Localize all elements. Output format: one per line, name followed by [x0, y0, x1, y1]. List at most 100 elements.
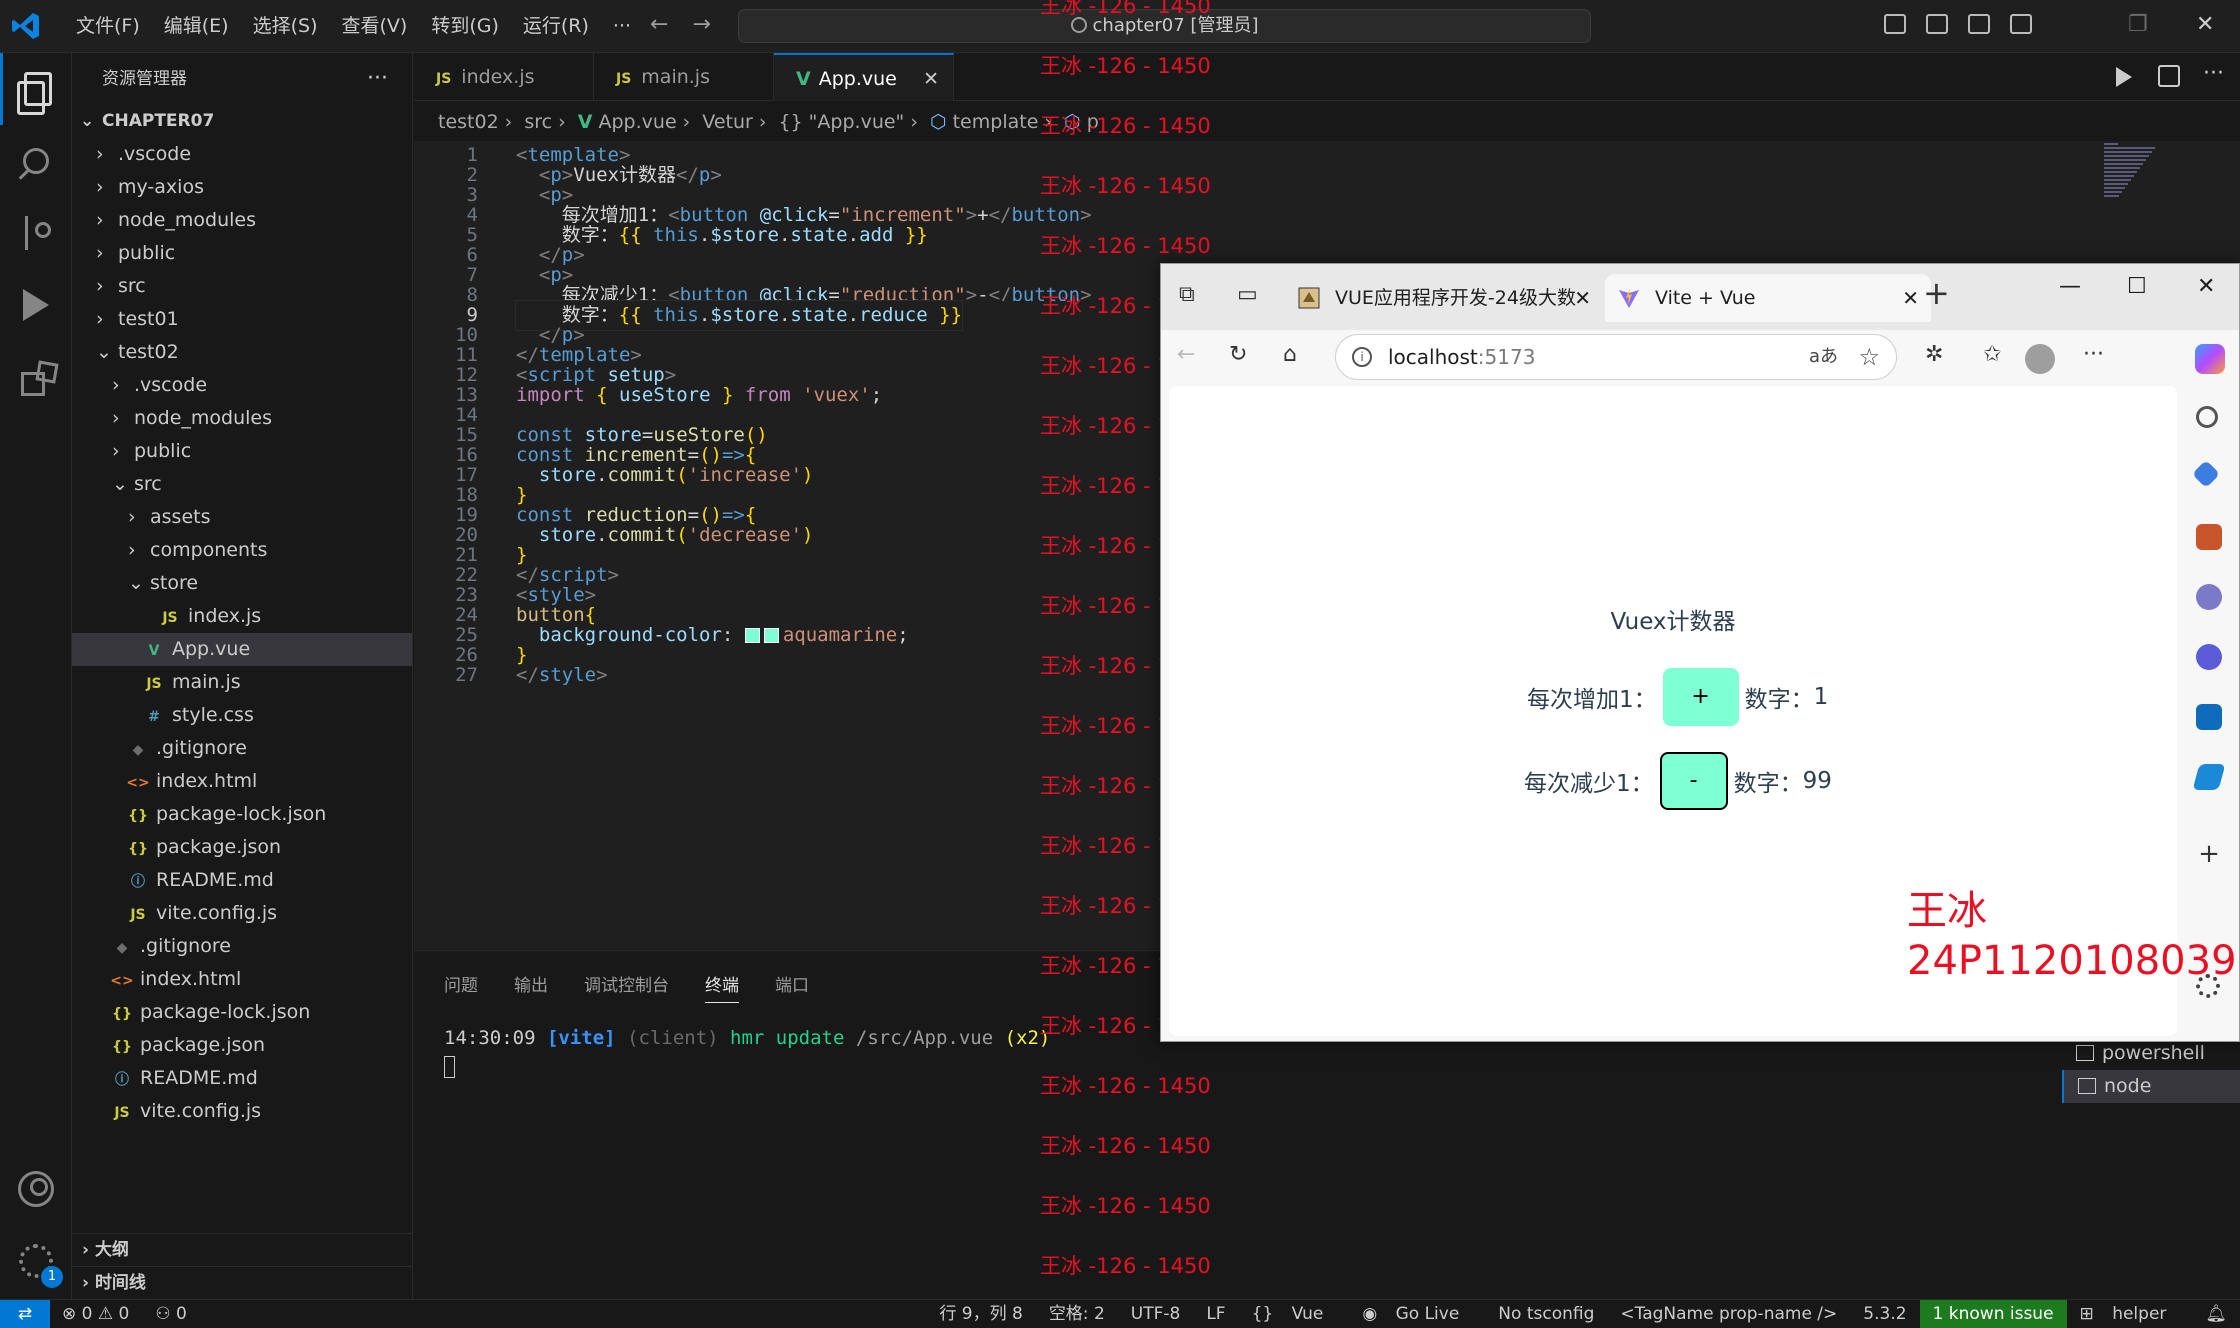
- breadcrumb-item[interactable]: {} "App.vue": [778, 111, 904, 133]
- menu-file[interactable]: 文件(F): [64, 12, 152, 40]
- tree-folder[interactable]: ⌄ test02: [72, 336, 412, 369]
- menu-selection[interactable]: 选择(S): [241, 12, 330, 40]
- tree-file[interactable]: {} package-lock.json: [72, 996, 412, 1029]
- tree-folder[interactable]: › node_modules: [72, 402, 412, 435]
- close-window-icon[interactable]: ✕: [2196, 12, 2214, 37]
- tab-main-js[interactable]: JS main.js: [594, 53, 774, 101]
- search-activity[interactable]: [0, 125, 72, 197]
- browser-tab-vite[interactable]: Vite + Vue ✕: [1605, 274, 1931, 322]
- minimize-icon[interactable]: —: [2059, 274, 2081, 299]
- favorite-star-icon[interactable]: ☆: [1858, 335, 1880, 379]
- close-tab-icon[interactable]: ✕: [923, 55, 939, 103]
- games-icon[interactable]: [2196, 584, 2222, 610]
- tree-file[interactable]: # style.css: [72, 699, 412, 732]
- tree-folder[interactable]: › components: [72, 534, 412, 567]
- tab-output[interactable]: 输出: [514, 971, 548, 1003]
- tree-folder[interactable]: › my-axios: [72, 171, 412, 204]
- tree-file[interactable]: <> index.html: [72, 963, 412, 996]
- tree-folder[interactable]: › .vscode: [72, 138, 412, 171]
- end-of-line[interactable]: LF: [1193, 1300, 1238, 1328]
- send-icon[interactable]: [2192, 764, 2226, 790]
- version-status[interactable]: 5.3.2: [1850, 1300, 1919, 1328]
- refresh-icon[interactable]: ↻: [1229, 342, 1247, 367]
- split-editor-icon[interactable]: [2158, 65, 2180, 87]
- tree-folder[interactable]: › public: [72, 237, 412, 270]
- toggle-panel-icon[interactable]: [1926, 14, 1948, 34]
- tree-file[interactable]: <> index.html: [72, 765, 412, 798]
- tree-file[interactable]: JS vite.config.js: [72, 1095, 412, 1128]
- menu-go[interactable]: 转到(G): [419, 12, 511, 40]
- tools-icon[interactable]: [2196, 524, 2222, 550]
- shopping-tag-icon[interactable]: [2191, 459, 2221, 489]
- toggle-primary-sidebar-icon[interactable]: [1884, 14, 1906, 34]
- breadcrumb-item[interactable]: test02: [438, 111, 499, 133]
- more-actions-icon[interactable]: ···: [367, 53, 388, 105]
- tab-problems[interactable]: 问题: [444, 971, 478, 1003]
- tree-folder[interactable]: › .vscode: [72, 369, 412, 402]
- tab-actions-icon[interactable]: ▭: [1237, 282, 1258, 307]
- tsconfig-status[interactable]: No tsconfig: [1485, 1300, 1607, 1328]
- run-debug-activity[interactable]: [0, 269, 72, 341]
- tab-terminal[interactable]: 终端: [705, 971, 739, 1003]
- menu-view[interactable]: 查看(V): [330, 12, 420, 40]
- tree-file[interactable]: ◆ .gitignore: [72, 732, 412, 765]
- breadcrumb-item[interactable]: src: [524, 111, 552, 133]
- explorer-activity[interactable]: [0, 53, 72, 125]
- manage-activity[interactable]: 1: [0, 1225, 72, 1297]
- cursor-position[interactable]: 行 9，列 8: [926, 1300, 1035, 1328]
- tree-file[interactable]: V App.vue: [72, 633, 412, 666]
- address-bar[interactable]: i localhost:5173 aあ ☆: [1335, 334, 1897, 380]
- customize-layout-icon[interactable]: [2010, 14, 2032, 34]
- tree-file[interactable]: ◆ .gitignore: [72, 930, 412, 963]
- minimap[interactable]: [2104, 141, 2164, 201]
- tree-file[interactable]: JS main.js: [72, 666, 412, 699]
- increment-button[interactable]: +: [1662, 668, 1739, 726]
- breadcrumb-item[interactable]: template: [953, 111, 1039, 133]
- helper-status[interactable]: ⊞ helper: [2067, 1300, 2193, 1328]
- outline-section[interactable]: › 大纲: [72, 1233, 412, 1266]
- tab-app-vue[interactable]: V App.vue ✕: [774, 53, 954, 101]
- breadcrumb-item[interactable]: App.vue: [599, 111, 677, 133]
- new-tab-button[interactable]: +: [1923, 274, 1950, 312]
- timeline-section[interactable]: › 时间线: [72, 1266, 412, 1299]
- source-control-activity[interactable]: [0, 197, 72, 269]
- tree-folder[interactable]: › node_modules: [72, 204, 412, 237]
- favorites-icon[interactable]: ✩: [1983, 342, 2001, 367]
- search-icon[interactable]: [2196, 406, 2218, 428]
- read-aloud-icon[interactable]: aあ: [1809, 335, 1838, 379]
- tree-folder[interactable]: › src: [72, 270, 412, 303]
- tab-debug-console[interactable]: 调试控制台: [584, 971, 669, 1003]
- tab-index-js[interactable]: JS index.js: [414, 53, 594, 101]
- menu-run[interactable]: 运行(R): [511, 12, 601, 40]
- microsoft365-icon[interactable]: [2196, 644, 2222, 670]
- remote-indicator[interactable]: ⇄: [0, 1300, 50, 1328]
- extensions-activity[interactable]: [0, 341, 72, 413]
- terminal-output[interactable]: 14:30:09 [vite] (client) hmr update /src…: [444, 1027, 1050, 1049]
- close-window-icon[interactable]: ✕: [2197, 274, 2215, 299]
- browser-tab-course[interactable]: VUE应用程序开发-24级大数 ✕: [1285, 274, 1603, 322]
- known-issue-badge[interactable]: 1 known issue: [1919, 1300, 2067, 1328]
- home-icon[interactable]: ⌂: [1283, 342, 1297, 367]
- tree-folder[interactable]: › public: [72, 435, 412, 468]
- menu-edit[interactable]: 编辑(E): [152, 12, 241, 40]
- tree-folder[interactable]: ⌄ CHAPTER07: [72, 105, 412, 138]
- workspaces-icon[interactable]: ⧉: [1179, 282, 1195, 307]
- settings-gear-icon[interactable]: [2196, 974, 2220, 998]
- go-live-button[interactable]: ◉ Go Live: [1349, 1300, 1485, 1328]
- tab-ports[interactable]: 端口: [775, 971, 809, 1003]
- outlook-icon[interactable]: [2196, 704, 2222, 730]
- tree-file[interactable]: {} package.json: [72, 1029, 412, 1062]
- encoding[interactable]: UTF-8: [1118, 1300, 1194, 1328]
- ports-status[interactable]: ⚇ 0: [155, 1300, 186, 1328]
- run-file-icon[interactable]: [2116, 67, 2132, 87]
- terminal-node[interactable]: node: [2062, 1070, 2240, 1103]
- notifications-icon[interactable]: 🔔︎: [2192, 1300, 2240, 1328]
- add-pane-icon[interactable]: +: [2196, 841, 2222, 868]
- accounts-activity[interactable]: [0, 1153, 72, 1225]
- problems-status[interactable]: ⊗ 0 ⚠ 0: [62, 1300, 129, 1328]
- close-tab-icon[interactable]: ✕: [1902, 274, 1919, 322]
- language-mode[interactable]: {} Vue: [1239, 1300, 1350, 1328]
- tree-file[interactable]: {} package.json: [72, 831, 412, 864]
- tree-folder[interactable]: › test01: [72, 303, 412, 336]
- tree-folder[interactable]: ⌄ src: [72, 468, 412, 501]
